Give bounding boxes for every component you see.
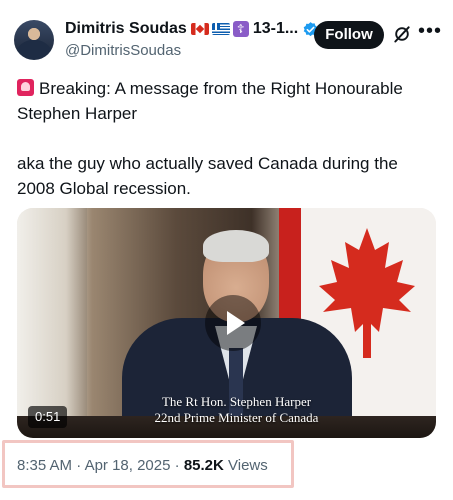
tweet-header: Dimitris Soudas ☦ 13-1... @DimitrisSouda… xyxy=(0,0,453,72)
avatar[interactable] xyxy=(14,20,54,60)
orthodox-cross-icon: ☦ xyxy=(232,21,249,37)
author-name-row: Dimitris Soudas ☦ 13-1... xyxy=(65,20,319,38)
tweet-time[interactable]: 8:35 AM xyxy=(17,457,72,474)
views-label: Views xyxy=(223,457,268,474)
video-player[interactable]: The Rt Hon. Stephen Harper 22nd Prime Mi… xyxy=(17,208,436,438)
tweet-line-1: Breaking: A message from the Right Honou… xyxy=(17,76,437,126)
speaker-hair xyxy=(203,230,269,262)
views-count: 85.2K xyxy=(183,457,224,474)
author-display-name[interactable]: Dimitris Soudas xyxy=(65,20,187,38)
video-caption-title: 22nd Prime Minister of Canada xyxy=(154,410,319,425)
meta-separator: · xyxy=(72,457,85,474)
play-icon[interactable] xyxy=(205,295,261,351)
siren-icon xyxy=(17,79,34,96)
greece-flag-icon xyxy=(211,23,230,35)
video-duration-badge: 0:51 xyxy=(28,406,68,428)
author-name-suffix: 13-1... xyxy=(252,20,299,37)
canada-flag-icon xyxy=(190,23,209,35)
tweet-line-1-text: Breaking: A message from the Right Honou… xyxy=(17,79,403,123)
author-handle[interactable]: @DimitrisSoudas xyxy=(65,42,181,59)
grok-icon[interactable] xyxy=(392,24,412,44)
tweet-meta: 8:35 AM · Apr 18, 2025 · 85.2K Views xyxy=(17,457,268,474)
name-emoji-group: ☦ xyxy=(190,21,249,37)
tweet-date[interactable]: Apr 18, 2025 xyxy=(85,457,171,474)
more-options-icon[interactable]: ••• xyxy=(418,21,441,44)
tweet-text: Breaking: A message from the Right Honou… xyxy=(17,76,437,201)
video-caption-name: The Rt Hon. Stephen Harper xyxy=(161,394,312,409)
follow-button[interactable]: Follow xyxy=(314,21,384,49)
meta-separator: · xyxy=(170,457,184,474)
tweet-line-2: aka the guy who actually saved Canada du… xyxy=(17,154,398,198)
